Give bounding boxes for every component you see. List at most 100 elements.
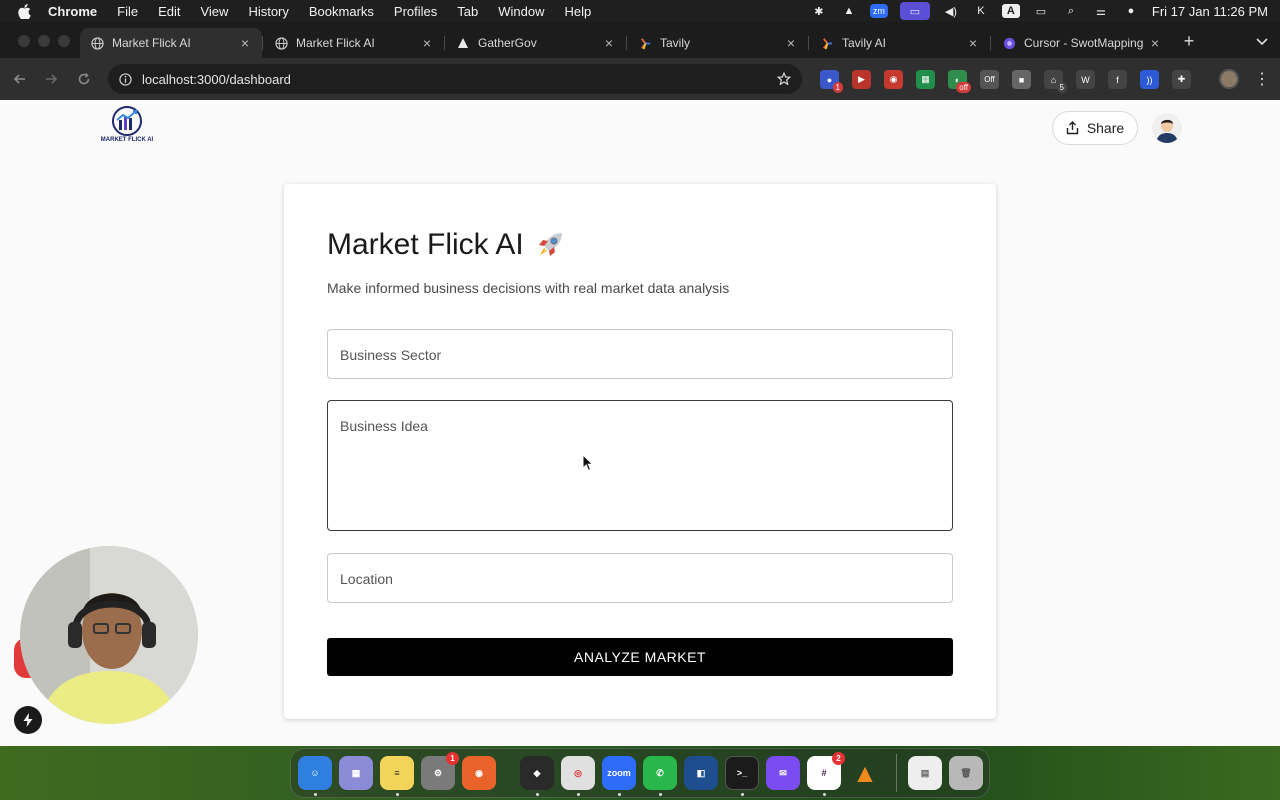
new-tab-icon[interactable]: + bbox=[1180, 31, 1198, 51]
notes-icon[interactable]: ≡ bbox=[380, 756, 414, 790]
extension-icon[interactable]: ● 1 bbox=[820, 70, 843, 93]
siri-icon[interactable]: ● bbox=[1122, 4, 1140, 18]
lightning-bolt-icon[interactable] bbox=[14, 706, 42, 734]
analysis-form-card: Market Flick AI Make informed business d… bbox=[284, 184, 996, 719]
trash-icon[interactable]: 🗑 bbox=[949, 756, 983, 790]
messenger-icon[interactable]: ✉ bbox=[766, 756, 800, 790]
close-tab-icon[interactable]: × bbox=[420, 35, 434, 51]
webcam-overlay bbox=[20, 546, 198, 724]
facebook-extension-icon[interactable]: f bbox=[1108, 70, 1127, 89]
whatsapp-icon[interactable]: ✆ bbox=[643, 756, 677, 790]
battery-icon[interactable]: ▭ bbox=[1032, 4, 1050, 18]
share-icon bbox=[1066, 121, 1079, 135]
tab-market-flick-ai-active[interactable]: Market Flick AI × bbox=[80, 28, 262, 58]
location-input[interactable]: Location bbox=[327, 553, 953, 603]
tab-tavily-ai[interactable]: Tavily AI × bbox=[810, 28, 990, 58]
menu-window[interactable]: Window bbox=[498, 4, 544, 19]
user-avatar[interactable] bbox=[1152, 113, 1182, 143]
title-text: Market Flick AI bbox=[327, 228, 524, 261]
tab-tavily[interactable]: Tavily × bbox=[628, 28, 808, 58]
tab-divider bbox=[262, 36, 263, 50]
close-tab-icon[interactable]: × bbox=[1148, 35, 1162, 51]
vlc-icon[interactable]: ▲ bbox=[840, 4, 858, 18]
profile-avatar-icon[interactable] bbox=[1219, 69, 1239, 89]
tab-title: Tavily bbox=[660, 36, 691, 50]
off-extension-icon[interactable]: ◐ off bbox=[948, 70, 971, 93]
site-info-icon[interactable] bbox=[118, 72, 132, 86]
menu-file[interactable]: File bbox=[117, 4, 138, 19]
zoom-icon[interactable]: zm bbox=[869, 4, 888, 18]
close-tab-icon[interactable]: × bbox=[966, 35, 980, 51]
audio-extension-icon[interactable]: )) bbox=[1140, 70, 1159, 89]
menu-tab[interactable]: Tab bbox=[457, 4, 478, 19]
logo-mark-icon bbox=[112, 106, 142, 136]
off-toggle-extension-icon[interactable]: Off bbox=[980, 70, 999, 89]
puzzle-extension-icon[interactable]: ✚ bbox=[1172, 70, 1191, 89]
video-extension-icon[interactable]: ▶ bbox=[852, 70, 871, 89]
cursor-app-icon[interactable]: ◆ bbox=[520, 756, 554, 790]
tab-gathergov[interactable]: GatherGov × bbox=[446, 28, 626, 58]
tab-market-flick-ai[interactable]: Market Flick AI × bbox=[264, 28, 444, 58]
menu-profiles[interactable]: Profiles bbox=[394, 4, 437, 19]
menu-help[interactable]: Help bbox=[565, 4, 592, 19]
url-text: localhost:3000/dashboard bbox=[142, 71, 291, 87]
tab-title: Tavily AI bbox=[842, 36, 887, 50]
firefox-icon[interactable]: ◉ bbox=[462, 756, 496, 790]
k-icon[interactable]: K bbox=[972, 4, 990, 18]
globe-icon bbox=[90, 36, 104, 50]
tab-search-chevron-icon[interactable] bbox=[1254, 34, 1270, 50]
bookmark-star-icon[interactable] bbox=[776, 71, 792, 87]
w-extension-icon[interactable]: W bbox=[1076, 70, 1095, 89]
market-flick-logo[interactable]: MARKET FLICK AI bbox=[101, 106, 153, 146]
clock[interactable]: Fri 17 Jan 11:26 PM bbox=[1152, 4, 1268, 19]
window-controls bbox=[18, 35, 70, 47]
menu-edit[interactable]: Edit bbox=[158, 4, 180, 19]
document-icon[interactable]: ▤ bbox=[908, 756, 942, 790]
sheets-extension-icon[interactable]: ▦ bbox=[916, 70, 935, 89]
reload-icon[interactable] bbox=[74, 69, 94, 89]
back-arrow-icon[interactable] bbox=[10, 69, 30, 89]
tab-title: Market Flick AI bbox=[296, 36, 375, 50]
screen-share-icon[interactable]: ▭ bbox=[899, 2, 930, 20]
tavily-icon bbox=[820, 36, 834, 50]
zoom-app-icon[interactable]: zoom bbox=[602, 756, 636, 790]
tab-cursor-swotmapping[interactable]: Cursor - SwotMapping × bbox=[992, 28, 1172, 58]
zoom-window-button[interactable] bbox=[58, 35, 70, 47]
slack-icon[interactable]: #2 bbox=[807, 752, 845, 790]
home-extension-icon[interactable]: ⌂ 5 bbox=[1044, 70, 1067, 93]
minimize-window-button[interactable] bbox=[38, 35, 50, 47]
close-tab-icon[interactable]: × bbox=[784, 35, 798, 51]
business-idea-textarea[interactable]: Business Idea bbox=[327, 400, 953, 531]
analyze-market-button[interactable]: ANALYZE MARKET bbox=[327, 638, 953, 676]
menu-view[interactable]: View bbox=[200, 4, 228, 19]
volume-icon[interactable]: ◀) bbox=[942, 4, 960, 18]
apple-icon[interactable] bbox=[16, 3, 32, 19]
menu-bookmarks[interactable]: Bookmarks bbox=[309, 4, 374, 19]
terminal-icon[interactable]: >_ bbox=[725, 756, 759, 790]
vlc-app-icon[interactable]: ▲ bbox=[848, 756, 882, 790]
tab-title: Cursor - SwotMapping bbox=[1024, 36, 1144, 50]
close-window-button[interactable] bbox=[18, 35, 30, 47]
more-menu-icon[interactable]: ⋮ bbox=[1254, 70, 1270, 88]
code-app-icon[interactable]: ◧ bbox=[684, 756, 718, 790]
close-tab-icon[interactable]: × bbox=[238, 35, 252, 51]
control-center-icon[interactable]: ⚌ bbox=[1092, 4, 1110, 18]
system-settings-icon[interactable]: ⚙ 1 bbox=[421, 752, 459, 790]
camera-extension-icon[interactable]: ◉ bbox=[884, 70, 903, 89]
business-idea-placeholder: Business Idea bbox=[340, 418, 428, 434]
address-bar[interactable]: localhost:3000/dashboard bbox=[108, 64, 802, 94]
business-sector-placeholder: Business Sector bbox=[340, 347, 442, 363]
finder-icon[interactable]: ☺ bbox=[298, 756, 332, 790]
search-icon[interactable]: ⌕ bbox=[1062, 4, 1080, 18]
a-icon[interactable]: A bbox=[1001, 4, 1020, 18]
chrome-icon[interactable]: ◎ bbox=[561, 756, 595, 790]
menu-history[interactable]: History bbox=[248, 4, 288, 19]
close-tab-icon[interactable]: × bbox=[602, 35, 616, 51]
forward-arrow-icon[interactable] bbox=[41, 69, 61, 89]
share-button[interactable]: Share bbox=[1052, 111, 1138, 145]
menu-app-name[interactable]: Chrome bbox=[48, 4, 97, 19]
box-extension-icon[interactable]: ■ bbox=[1012, 70, 1031, 89]
business-sector-input[interactable]: Business Sector bbox=[327, 329, 953, 379]
launchpad-icon[interactable]: ▦ bbox=[339, 756, 373, 790]
gear-icon[interactable]: ✱ bbox=[810, 4, 828, 18]
